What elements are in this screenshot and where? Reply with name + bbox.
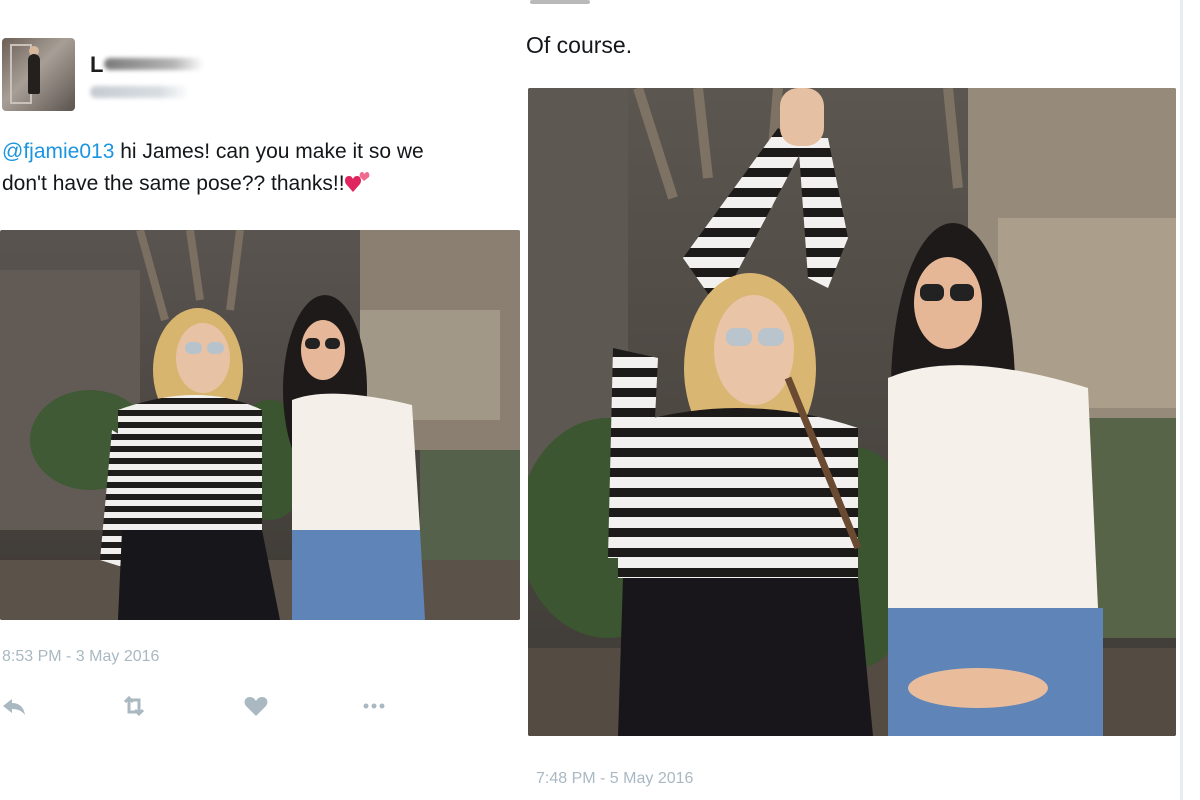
reply-tweet: Of course. 7:48 PM - 5 May 2016 bbox=[520, 0, 1200, 800]
tweet-text-line-2-text: don't have the same pose?? thanks!! bbox=[2, 172, 345, 195]
display-name[interactable]: L bbox=[90, 52, 103, 78]
retweet-icon[interactable] bbox=[120, 692, 148, 720]
two-hearts-emoji-icon bbox=[344, 171, 369, 193]
reply-tweet-timestamp[interactable]: 7:48 PM - 5 May 2016 bbox=[536, 770, 693, 788]
avatar-figure bbox=[28, 54, 40, 94]
tweet-actions bbox=[0, 692, 400, 720]
reply-tweet-text: Of course. bbox=[526, 32, 633, 58]
cropped-header-remnant bbox=[530, 0, 590, 4]
tweet-text: @fjamie013 hi James! can you make it so … bbox=[2, 136, 527, 200]
page-edge-divider bbox=[1180, 0, 1183, 800]
more-icon[interactable] bbox=[360, 692, 388, 720]
tweet-photo-edited[interactable] bbox=[528, 88, 1176, 736]
redacted-handle bbox=[90, 86, 190, 98]
like-icon[interactable] bbox=[242, 692, 270, 720]
user-avatar[interactable] bbox=[2, 38, 75, 111]
reply-icon[interactable] bbox=[0, 692, 28, 720]
tweet-text-line-2: don't have the same pose?? thanks!! bbox=[2, 168, 527, 200]
mention-link[interactable]: @fjamie013 bbox=[2, 140, 114, 163]
tweet-photo-original[interactable] bbox=[0, 230, 520, 620]
tweet-timestamp[interactable]: 8:53 PM - 3 May 2016 bbox=[2, 648, 159, 666]
redacted-name bbox=[104, 58, 204, 70]
original-tweet: L @fjamie013 hi James! can you make it s… bbox=[0, 0, 525, 800]
tweet-text-line-1-rest: hi James! can you make it so we bbox=[114, 140, 424, 163]
tweet-text-line-1: @fjamie013 hi James! can you make it so … bbox=[2, 136, 527, 168]
